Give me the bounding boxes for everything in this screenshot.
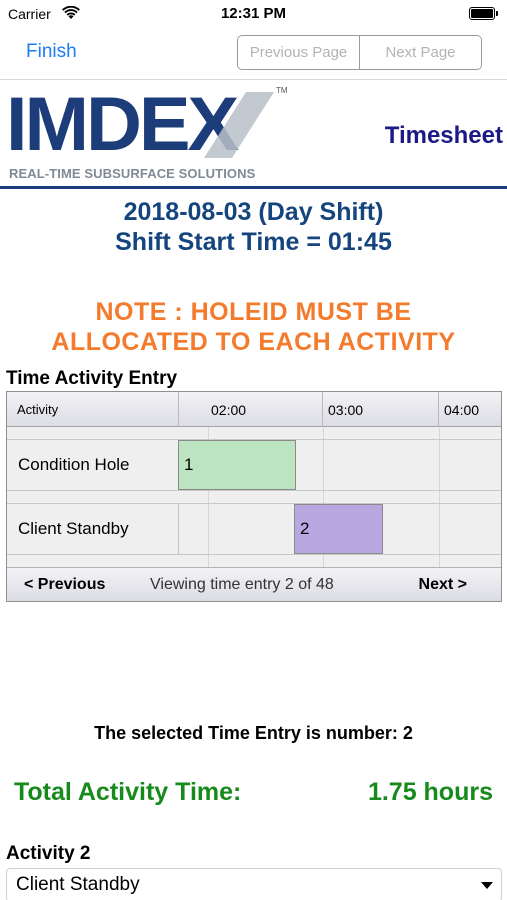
grid-header: Activity 02:00 03:00 04:00 <box>7 392 501 427</box>
shift-date: 2018-08-03 (Day Shift) <box>123 198 384 226</box>
row-divider <box>7 554 501 555</box>
header-banner: IMDEX TM REAL-TIME SUBSURFACE SOLUTIONS … <box>0 82 507 192</box>
nav-bar: Finish Previous Page Next Page <box>0 30 507 80</box>
previous-page-button[interactable]: Previous Page <box>238 36 359 69</box>
time-entry-bar[interactable]: 2 <box>294 504 383 554</box>
imdex-logo: IMDEX <box>6 82 239 167</box>
activity-select-value: Client Standby <box>16 874 140 895</box>
activity-select[interactable]: Client Standby <box>6 868 502 900</box>
row-divider <box>7 490 501 491</box>
entry-position-text: Viewing time entry 2 of 48 <box>150 576 334 593</box>
time-entry-bar[interactable]: 1 <box>178 440 296 490</box>
activity-row-label[interactable]: Client Standby <box>7 504 179 554</box>
page-navigator: Previous Page Next Page <box>237 35 482 70</box>
total-activity-time-label: Total Activity Time: <box>14 778 242 806</box>
column-header-0300: 03:00 <box>323 392 439 427</box>
next-page-button[interactable]: Next Page <box>359 36 481 69</box>
time-activity-grid: Activity 02:00 03:00 04:00 Condition Hol… <box>6 391 502 602</box>
status-bar: Carrier 12:31 PM <box>0 0 507 30</box>
header-divider <box>0 186 507 189</box>
column-header-0400: 04:00 <box>444 401 480 418</box>
logo-tagline: REAL-TIME SUBSURFACE SOLUTIONS <box>9 166 256 181</box>
next-entry-button[interactable]: Next > <box>419 576 467 594</box>
page-title: Timesheet <box>384 122 503 149</box>
holeid-note-line2: ALLOCATED TO EACH ACTIVITY <box>51 328 456 356</box>
time-activity-title: Time Activity Entry <box>6 368 178 389</box>
battery-icon <box>469 7 499 21</box>
gridline <box>439 427 440 567</box>
activity-row-label[interactable]: Condition Hole <box>7 440 179 490</box>
logo-slash-graphic <box>204 92 274 158</box>
grid-footer: < Previous Viewing time entry 2 of 48 Ne… <box>7 567 501 601</box>
total-activity-time-value: 1.75 hours <box>367 778 493 806</box>
previous-entry-button[interactable]: < Previous <box>24 576 105 594</box>
column-header-0200: 02:00 <box>179 392 323 427</box>
column-header-activity: Activity <box>7 392 179 427</box>
finish-button[interactable]: Finish <box>26 41 77 63</box>
activity-field-label: Activity 2 <box>6 843 91 864</box>
shift-start-time: Shift Start Time = 01:45 <box>115 228 392 256</box>
trademark-mark: TM <box>276 86 288 95</box>
selected-entry-text: The selected Time Entry is number: 2 <box>94 723 413 743</box>
chevron-down-icon <box>481 882 493 889</box>
status-time: 12:31 PM <box>220 5 287 22</box>
holeid-note-line1: NOTE : HOLEID MUST BE <box>95 298 412 326</box>
